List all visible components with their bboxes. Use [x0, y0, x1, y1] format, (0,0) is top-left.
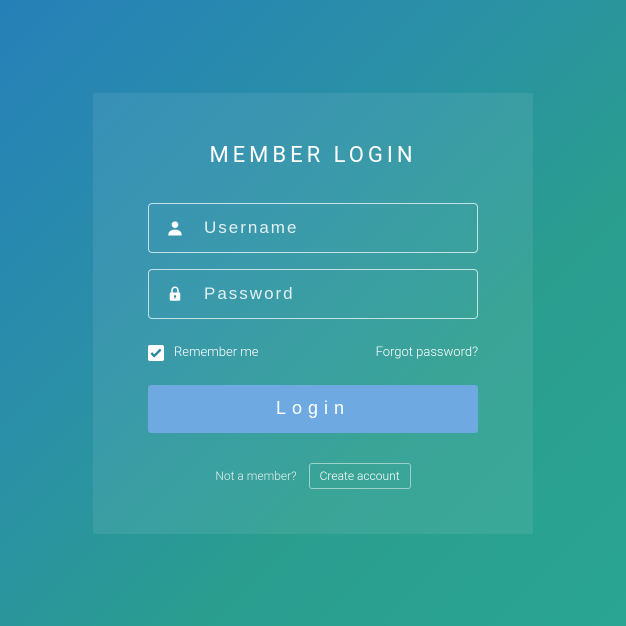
user-icon	[164, 217, 186, 239]
lock-icon	[164, 283, 186, 305]
footer-row: Not a member? Create account	[148, 463, 478, 489]
login-button[interactable]: Login	[148, 385, 478, 433]
login-title: MEMBER LOGIN	[148, 143, 478, 168]
username-input-group[interactable]	[148, 203, 478, 253]
forgot-password-link[interactable]: Forgot password?	[376, 345, 478, 360]
login-card: MEMBER LOGIN Rem	[93, 93, 533, 534]
create-account-button[interactable]: Create account	[309, 463, 411, 489]
remember-me-checkbox[interactable]: Remember me	[148, 345, 259, 361]
password-input[interactable]	[186, 284, 462, 304]
not-member-label: Not a member?	[215, 469, 296, 483]
remember-me-label: Remember me	[174, 345, 259, 360]
username-input[interactable]	[186, 218, 462, 238]
checkbox-icon	[148, 345, 164, 361]
password-input-group[interactable]	[148, 269, 478, 319]
options-row: Remember me Forgot password?	[148, 345, 478, 361]
